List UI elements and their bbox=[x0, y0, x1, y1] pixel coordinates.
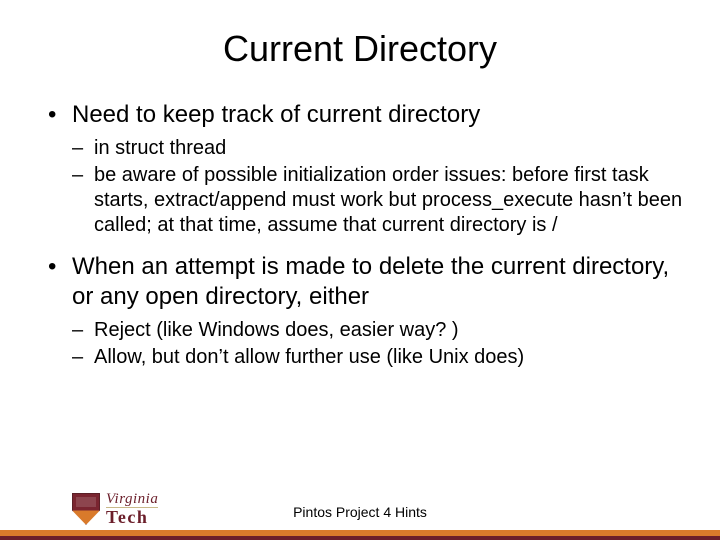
slide: Current Directory Need to keep track of … bbox=[0, 0, 720, 540]
logo-wordmark: Virginia Tech bbox=[106, 492, 158, 526]
sub-bullet-text: Reject (like Windows does, easier way? ) bbox=[94, 319, 459, 341]
sub-bullet-text: Allow, but don’t allow further use (like… bbox=[94, 346, 524, 368]
sub-bullet-text: be aware of possible initialization orde… bbox=[94, 164, 682, 236]
sub-bullet-item: be aware of possible initialization orde… bbox=[72, 163, 690, 238]
sub-bullet-text: in struct thread bbox=[94, 137, 226, 159]
sub-bullet-item: Allow, but don’t allow further use (like… bbox=[72, 345, 690, 370]
slide-title: Current Directory bbox=[0, 0, 720, 100]
bullet-item: When an attempt is made to delete the cu… bbox=[48, 252, 690, 370]
sub-bullet-list: in struct thread be aware of possible in… bbox=[72, 136, 690, 238]
sub-bullet-item: in struct thread bbox=[72, 136, 690, 161]
slide-body: Need to keep track of current directory … bbox=[0, 100, 720, 370]
footer-stripe-maroon bbox=[0, 536, 720, 540]
sub-bullet-list: Reject (like Windows does, easier way? )… bbox=[72, 318, 690, 370]
bullet-list: Need to keep track of current directory … bbox=[48, 100, 690, 370]
logo-word2: Tech bbox=[106, 507, 158, 526]
shield-icon bbox=[72, 493, 100, 525]
logo-word1: Virginia bbox=[106, 492, 158, 506]
vt-logo: Virginia Tech bbox=[72, 492, 158, 526]
bullet-text: Need to keep track of current directory bbox=[72, 101, 480, 128]
slide-footer: Pintos Project 4 Hints Virginia Tech bbox=[0, 480, 720, 540]
bullet-item: Need to keep track of current directory … bbox=[48, 100, 690, 238]
bullet-text: When an attempt is made to delete the cu… bbox=[72, 253, 669, 310]
sub-bullet-item: Reject (like Windows does, easier way? ) bbox=[72, 318, 690, 343]
